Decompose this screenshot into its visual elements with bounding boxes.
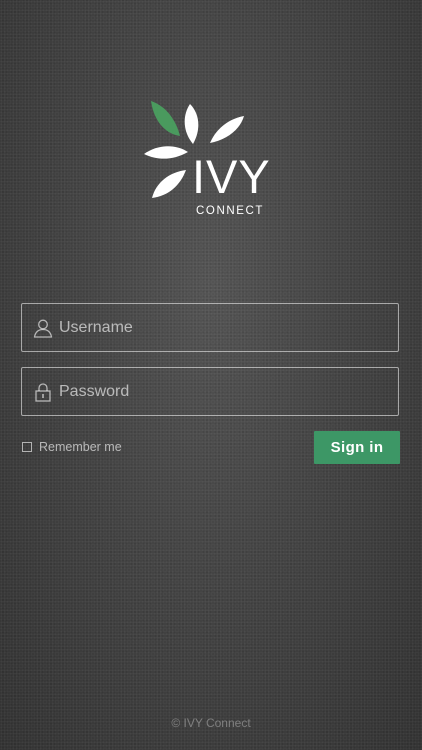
remember-me-toggle[interactable]: Remember me	[22, 440, 122, 454]
remember-me-label: Remember me	[39, 440, 122, 454]
sign-in-button[interactable]: Sign in	[314, 431, 400, 464]
user-icon	[25, 304, 61, 351]
password-input[interactable]	[59, 368, 398, 415]
username-input[interactable]	[59, 304, 398, 351]
login-screen: IVY CONNECT Remember me Sign in © IVY Co…	[0, 0, 422, 750]
logo-tagline: CONNECT	[196, 205, 265, 217]
logo-wordmark: IVY	[192, 150, 271, 203]
remember-me-checkbox[interactable]	[22, 442, 32, 452]
username-field[interactable]	[21, 303, 399, 352]
ivy-connect-logo: IVY CONNECT	[138, 98, 284, 220]
lock-icon	[25, 368, 61, 415]
footer-copyright: © IVY Connect	[171, 716, 251, 730]
password-field[interactable]	[21, 367, 399, 416]
